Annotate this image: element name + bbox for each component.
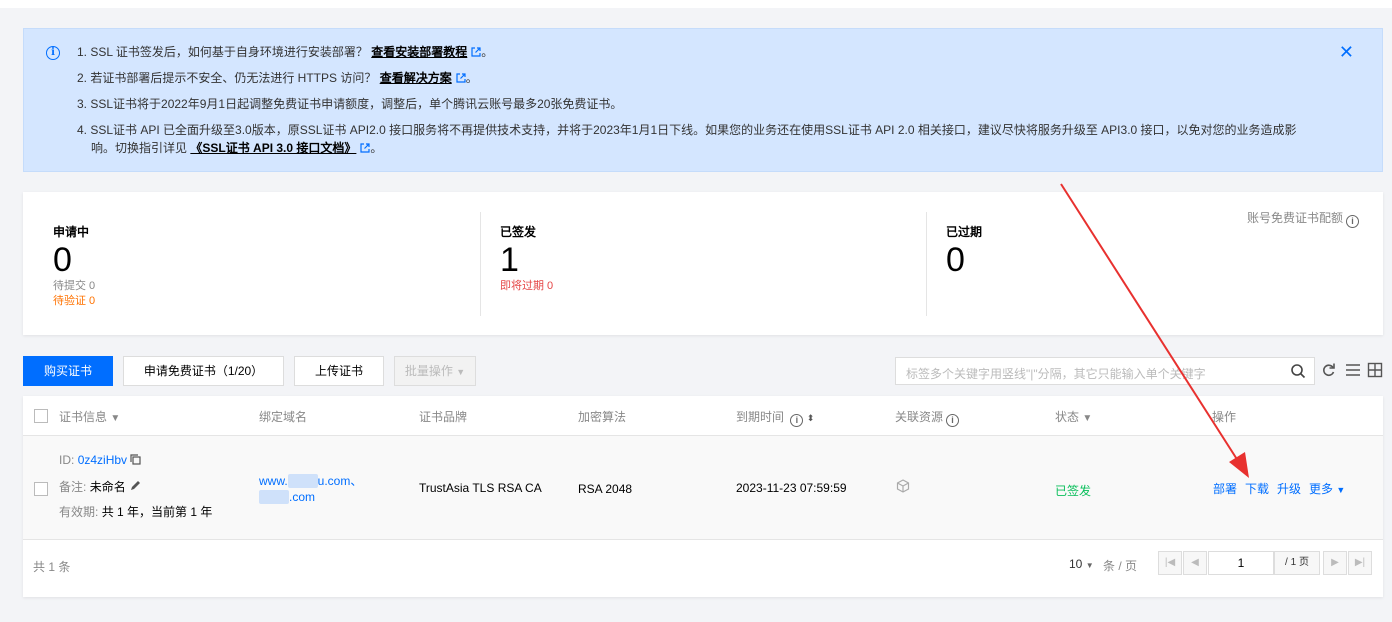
- batch-operation-dropdown[interactable]: 批量操作 ▼: [394, 356, 476, 386]
- caret-down-icon: ▼: [456, 367, 466, 377]
- info-icon: i: [1346, 215, 1359, 228]
- page-size-select[interactable]: 10 ▼: [1069, 557, 1094, 571]
- total-pages: / 1 页: [1274, 551, 1320, 575]
- page-number-input[interactable]: 1: [1208, 551, 1274, 575]
- grid-view-icon[interactable]: [1367, 362, 1383, 381]
- copy-icon[interactable]: [130, 453, 141, 467]
- more-dropdown[interactable]: 更多 ▼: [1309, 480, 1345, 497]
- solution-link[interactable]: 查看解决方案: [380, 71, 452, 85]
- search-input[interactable]: 标签多个关键字用竖线"|"分隔，其它只能输入单个关键字: [895, 357, 1315, 385]
- redacted-text: xxxxx: [287, 474, 318, 488]
- domain-link[interactable]: www.xxxxxu.com、: [259, 472, 362, 489]
- row-checkbox[interactable]: [34, 482, 48, 496]
- search-icon[interactable]: [1290, 363, 1306, 382]
- upload-certificate-button[interactable]: 上传证书: [294, 356, 384, 386]
- caret-down-icon: ▼: [1085, 561, 1094, 570]
- certificate-id-link[interactable]: 0z4ziHbv: [78, 453, 127, 467]
- certificate-table: 证书信息 ▼ 绑定域名 证书品牌 加密算法 到期时间 i ⬍ 关联资源 i 状态 …: [23, 396, 1383, 597]
- select-all-checkbox[interactable]: [34, 409, 48, 423]
- filter-icon[interactable]: ▼: [110, 413, 120, 424]
- status-badge: 已签发: [1055, 484, 1092, 498]
- table-header: 证书信息 ▼ 绑定域名 证书品牌 加密算法 到期时间 i ⬍ 关联资源 i 状态 …: [23, 396, 1383, 436]
- external-link-icon: [360, 143, 370, 153]
- domain-link[interactable]: xxxxx.com: [259, 490, 315, 504]
- sort-icon[interactable]: ⬍: [807, 413, 815, 423]
- last-page-button[interactable]: ▶|: [1348, 551, 1372, 575]
- deploy-tutorial-link[interactable]: 查看安装部署教程: [371, 45, 467, 59]
- notice-line-2: 2. 若证书部署后提示不安全、仍无法进行 HTTPS 访问？ 查看解决方案。: [77, 71, 478, 85]
- external-link-icon: [456, 73, 466, 83]
- notice-line-1: 1. SSL 证书签发后，如何基于自身环境进行安装部署？ 查看安装部署教程。: [77, 45, 494, 59]
- notice-line-3: 3. SSL证书将于2022年9月1日起调整免费证书申请额度，调整后，单个腾讯云…: [77, 97, 623, 111]
- download-button[interactable]: 下载: [1245, 480, 1269, 497]
- apply-free-certificate-button[interactable]: 申请免费证书（1/20）: [123, 356, 284, 386]
- deploy-button[interactable]: 部署: [1213, 480, 1237, 497]
- quota-label[interactable]: 账号免费证书配额 i: [1247, 209, 1359, 228]
- edit-icon[interactable]: [129, 480, 141, 494]
- stats-card: 申请中 0 待提交 0 待验证 0 已签发 1 即将过期 0 已过期 0 账号免…: [23, 192, 1383, 335]
- close-icon[interactable]: ✕: [1339, 43, 1354, 61]
- divider: [926, 212, 927, 316]
- next-page-button[interactable]: ▶: [1323, 551, 1347, 575]
- divider: [480, 212, 481, 316]
- refresh-icon[interactable]: [1321, 362, 1336, 381]
- prev-page-button[interactable]: ◀: [1183, 551, 1207, 575]
- info-icon: i: [46, 46, 60, 60]
- first-page-button[interactable]: |◀: [1158, 551, 1182, 575]
- filter-icon[interactable]: ▼: [1082, 413, 1092, 424]
- list-view-icon[interactable]: [1345, 362, 1361, 381]
- table-row: ID: 0z4ziHbv 备注: 未命名 有效期: 共 1 年，当前第 1 年 …: [23, 436, 1383, 540]
- api-doc-link[interactable]: 《SSL证书 API 3.0 接口文档》: [190, 141, 356, 155]
- notice-line-4-cont: 响。切换指引详见 《SSL证书 API 3.0 接口文档》。: [91, 141, 383, 155]
- caret-down-icon: ▼: [1336, 485, 1346, 495]
- top-strip: [0, 0, 1392, 8]
- upgrade-button[interactable]: 升级: [1277, 480, 1301, 497]
- buy-certificate-button[interactable]: 购买证书: [23, 356, 113, 386]
- total-count: 共 1 条: [33, 560, 71, 574]
- notice-line-4: 4. SSL证书 API 已全面升级至3.0版本，原SSL证书 API2.0 接…: [77, 123, 1297, 137]
- redacted-text: xxxxx: [259, 490, 289, 504]
- info-icon: i: [790, 414, 804, 427]
- cube-icon[interactable]: [896, 479, 910, 496]
- notice-banner: i 1. SSL 证书签发后，如何基于自身环境进行安装部署？ 查看安装部署教程。…: [23, 28, 1383, 172]
- external-link-icon: [471, 47, 481, 57]
- info-icon: i: [946, 414, 960, 427]
